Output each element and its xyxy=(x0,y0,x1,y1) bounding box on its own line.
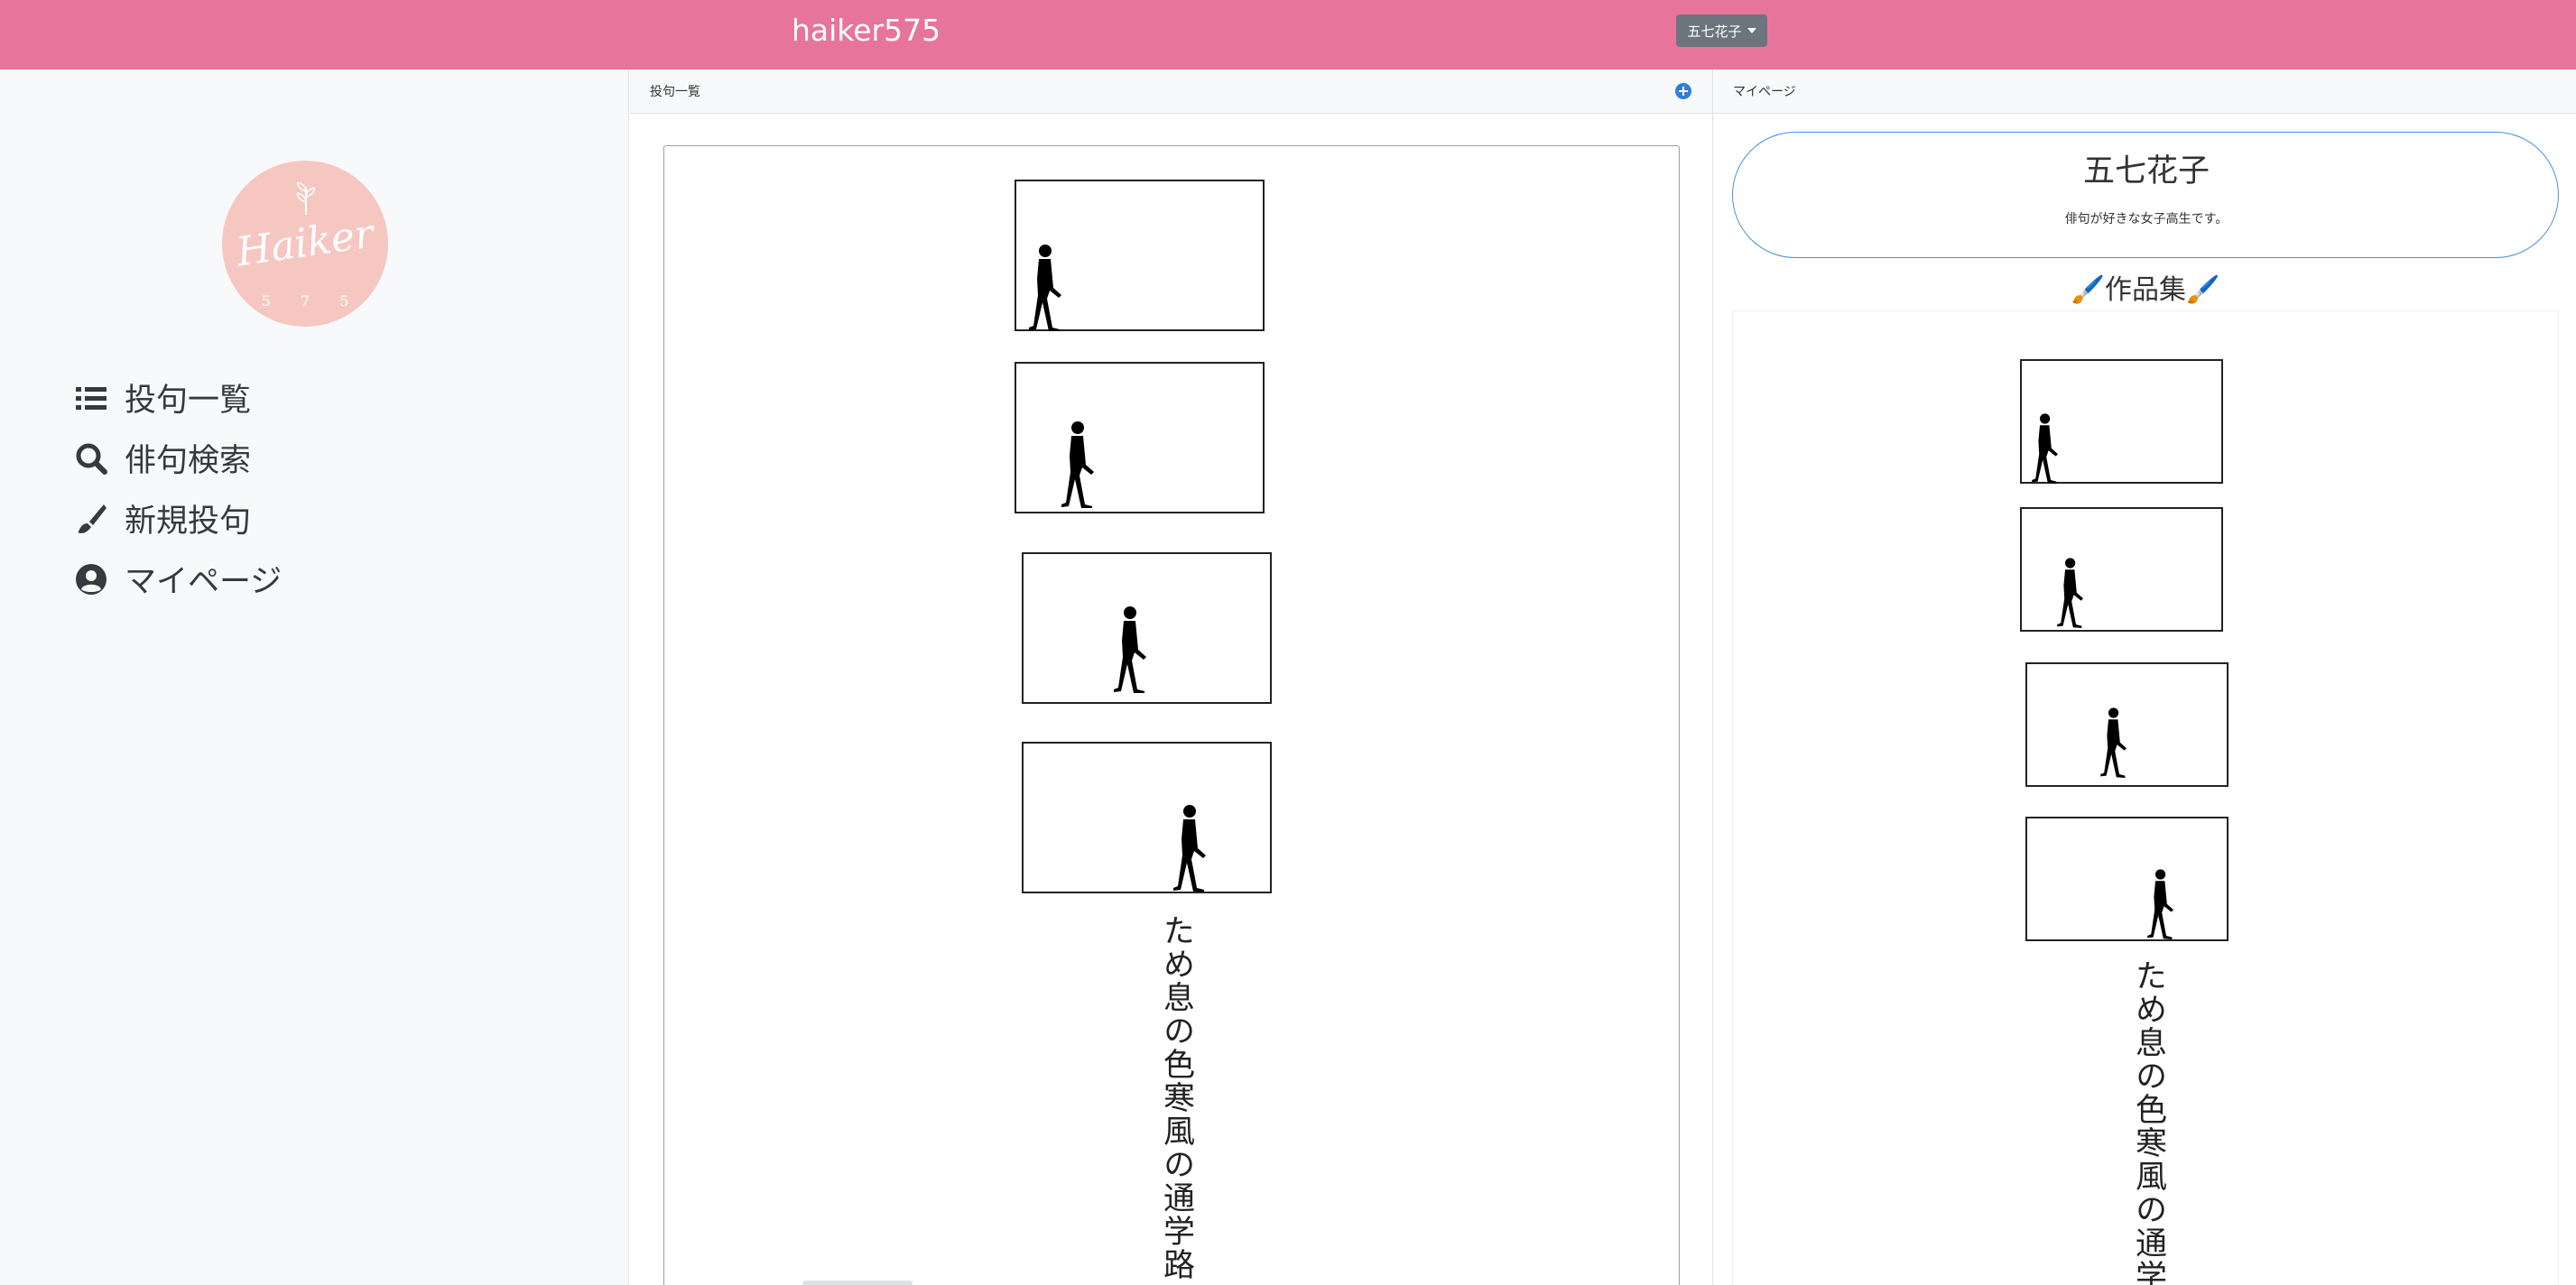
user-menu-label: 五七花子 xyxy=(1687,23,1742,40)
feed-panel-header: 投句一覧 xyxy=(630,69,1712,114)
user-circle-icon xyxy=(76,563,107,595)
walking-person-icon xyxy=(2032,413,2058,484)
plus-circle-icon[interactable] xyxy=(1675,83,1691,99)
sidebar-item-new-post[interactable]: 新規投句 xyxy=(74,488,282,549)
sidebar-item-label: 投句一覧 xyxy=(125,383,252,419)
sidebar-item-post-list[interactable]: 投句一覧 xyxy=(74,367,282,428)
sidebar-item-label: 俳句検索 xyxy=(125,443,252,479)
search-icon xyxy=(76,443,107,475)
works-card[interactable]: ため息の色寒風の通学 xyxy=(1732,310,2559,1285)
walking-person-icon xyxy=(1029,245,1061,331)
haiku-text: ため息の色寒風の通学 xyxy=(2130,959,2166,1285)
logo-numbers: 5 7 5 xyxy=(261,292,362,310)
walking-person-icon xyxy=(1061,421,1094,508)
logo-text: Haiker xyxy=(233,210,377,276)
sidebar-item-label: マイページ xyxy=(125,564,283,600)
profile-name: 五七花子 xyxy=(2082,153,2210,190)
animation-frame xyxy=(2025,662,2229,787)
mypage-title: マイページ xyxy=(1733,85,1796,99)
feed-title: 投句一覧 xyxy=(650,85,700,99)
animation-frame xyxy=(1022,552,1272,704)
user-menu-button[interactable]: 五七花子 xyxy=(1676,14,1767,47)
profile-card: 五七花子 俳句が好きな女子高生です。 xyxy=(1732,132,2559,258)
walking-person-icon xyxy=(2147,869,2173,939)
walking-person-icon xyxy=(1114,606,1146,693)
list-icon xyxy=(76,386,107,410)
brush-icon xyxy=(78,504,107,533)
walking-person-icon xyxy=(2100,707,2127,778)
haiku-text: ため息の色寒風の通学路 xyxy=(1158,914,1194,1281)
profile-bio: 俳句が好きな女子高生です。 xyxy=(2064,212,2229,226)
sidebar-item-search[interactable]: 俳句検索 xyxy=(74,428,282,488)
haiker-logo[interactable]: Haiker 5 7 5 xyxy=(222,161,388,327)
sidebar-item-label: 新規投句 xyxy=(125,504,252,540)
walking-person-icon xyxy=(2057,558,2083,628)
animation-frame xyxy=(1015,180,1265,331)
leaf-icon xyxy=(297,182,315,215)
brand-logo[interactable]: haiker575 xyxy=(792,11,941,51)
haiku-card[interactable]: ため息の色寒風の通学路 xyxy=(663,145,1680,1285)
works-title: 🖌️作品集🖌️ xyxy=(2071,274,2220,306)
animation-frame xyxy=(2020,507,2223,632)
mypage-panel-header: マイページ xyxy=(1713,69,2576,114)
animation-frame xyxy=(2025,817,2229,941)
animation-frame xyxy=(1015,362,1265,513)
panel-divider xyxy=(1712,69,1713,1285)
top-navbar: haiker575 五七花子 xyxy=(0,0,2576,69)
horizontal-scrollbar[interactable] xyxy=(802,1280,913,1285)
sidebar-nav: 投句一覧 俳句検索 新規投句 マイページ xyxy=(74,367,282,609)
caret-down-icon xyxy=(1747,28,1756,33)
animation-frame xyxy=(1022,742,1272,893)
sidebar-item-mypage[interactable]: マイページ xyxy=(74,549,282,609)
animation-frame xyxy=(2020,359,2223,484)
sidebar: Haiker 5 7 5 投句一覧 俳句検索 新規投句 マイページ xyxy=(0,69,629,1285)
walking-person-icon xyxy=(1173,805,1206,892)
